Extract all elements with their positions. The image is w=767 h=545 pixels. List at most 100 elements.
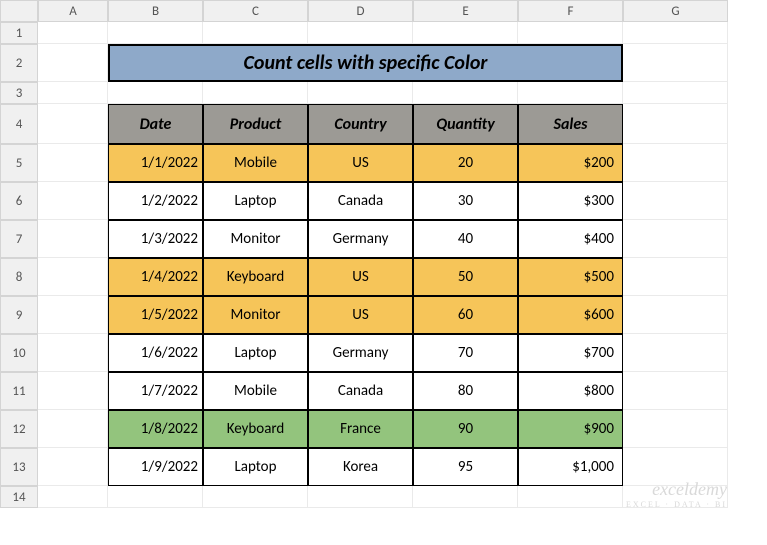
cell-date[interactable]: 1/7/2022: [108, 372, 203, 410]
col-head-c[interactable]: C: [203, 0, 308, 22]
cell[interactable]: [623, 258, 728, 296]
cell-date[interactable]: 1/3/2022: [108, 220, 203, 258]
cell[interactable]: [623, 22, 728, 44]
cell-quantity[interactable]: 20: [413, 144, 518, 182]
row-head-4[interactable]: 4: [0, 104, 38, 144]
cell[interactable]: [38, 448, 108, 486]
cell[interactable]: [518, 82, 623, 104]
header-date[interactable]: Date: [108, 104, 203, 144]
cell-date[interactable]: 1/2/2022: [108, 182, 203, 220]
cell-country[interactable]: US: [308, 258, 413, 296]
col-head-e[interactable]: E: [413, 0, 518, 22]
cell[interactable]: [623, 82, 728, 104]
cell[interactable]: [38, 296, 108, 334]
row-head-2[interactable]: 2: [0, 44, 38, 82]
cell[interactable]: [38, 486, 108, 508]
cell[interactable]: [413, 22, 518, 44]
select-all-corner[interactable]: [0, 0, 38, 22]
cell[interactable]: [623, 448, 728, 486]
header-country[interactable]: Country: [308, 104, 413, 144]
cell-quantity[interactable]: 95: [413, 448, 518, 486]
cell-country[interactable]: Canada: [308, 372, 413, 410]
cell[interactable]: [623, 372, 728, 410]
cell[interactable]: [623, 104, 728, 144]
cell-sales[interactable]: $600: [518, 296, 623, 334]
cell-date[interactable]: 1/5/2022: [108, 296, 203, 334]
cell[interactable]: [108, 82, 203, 104]
cell-sales[interactable]: $300: [518, 182, 623, 220]
row-head-7[interactable]: 7: [0, 220, 38, 258]
cell-country[interactable]: Korea: [308, 448, 413, 486]
cell-country[interactable]: Germany: [308, 334, 413, 372]
cell[interactable]: [203, 22, 308, 44]
cell[interactable]: [38, 144, 108, 182]
cell[interactable]: [38, 44, 108, 82]
cell[interactable]: [38, 220, 108, 258]
cell-product[interactable]: Laptop: [203, 334, 308, 372]
cell[interactable]: [413, 82, 518, 104]
cell[interactable]: [308, 486, 413, 508]
cell-quantity[interactable]: 50: [413, 258, 518, 296]
cell[interactable]: [623, 182, 728, 220]
cell-sales[interactable]: $900: [518, 410, 623, 448]
cell-product[interactable]: Monitor: [203, 220, 308, 258]
cell-quantity[interactable]: 90: [413, 410, 518, 448]
cell-product[interactable]: Laptop: [203, 448, 308, 486]
cell-country[interactable]: US: [308, 144, 413, 182]
cell-product[interactable]: Mobile: [203, 144, 308, 182]
cell[interactable]: [203, 82, 308, 104]
cell-date[interactable]: 1/8/2022: [108, 410, 203, 448]
cell[interactable]: [623, 144, 728, 182]
cell[interactable]: [623, 220, 728, 258]
cell-product[interactable]: Keyboard: [203, 410, 308, 448]
cell-sales[interactable]: $400: [518, 220, 623, 258]
cell-sales[interactable]: $500: [518, 258, 623, 296]
header-quantity[interactable]: Quantity: [413, 104, 518, 144]
cell[interactable]: [203, 486, 308, 508]
cell-sales[interactable]: $700: [518, 334, 623, 372]
cell[interactable]: [38, 410, 108, 448]
cell[interactable]: [623, 486, 728, 508]
cell[interactable]: [623, 334, 728, 372]
cell-country[interactable]: Germany: [308, 220, 413, 258]
cell-sales[interactable]: $1,000: [518, 448, 623, 486]
cell[interactable]: [38, 82, 108, 104]
header-product[interactable]: Product: [203, 104, 308, 144]
row-head-14[interactable]: 14: [0, 486, 38, 508]
cell[interactable]: [108, 22, 203, 44]
cell-product[interactable]: Laptop: [203, 182, 308, 220]
cell-sales[interactable]: $200: [518, 144, 623, 182]
cell-quantity[interactable]: 40: [413, 220, 518, 258]
cell-date[interactable]: 1/1/2022: [108, 144, 203, 182]
cell[interactable]: [38, 258, 108, 296]
cell-quantity[interactable]: 30: [413, 182, 518, 220]
cell[interactable]: [518, 486, 623, 508]
cell[interactable]: [38, 22, 108, 44]
cell[interactable]: [623, 296, 728, 334]
col-head-g[interactable]: G: [623, 0, 728, 22]
cell-quantity[interactable]: 70: [413, 334, 518, 372]
row-head-12[interactable]: 12: [0, 410, 38, 448]
cell-product[interactable]: Mobile: [203, 372, 308, 410]
header-sales[interactable]: Sales: [518, 104, 623, 144]
cell-quantity[interactable]: 60: [413, 296, 518, 334]
row-head-13[interactable]: 13: [0, 448, 38, 486]
cell-quantity[interactable]: 80: [413, 372, 518, 410]
row-head-5[interactable]: 5: [0, 144, 38, 182]
row-head-6[interactable]: 6: [0, 182, 38, 220]
row-head-3[interactable]: 3: [0, 82, 38, 104]
row-head-9[interactable]: 9: [0, 296, 38, 334]
row-head-11[interactable]: 11: [0, 372, 38, 410]
cell-sales[interactable]: $800: [518, 372, 623, 410]
cell[interactable]: [38, 372, 108, 410]
cell[interactable]: [623, 44, 728, 82]
cell[interactable]: [308, 22, 413, 44]
row-head-10[interactable]: 10: [0, 334, 38, 372]
row-head-8[interactable]: 8: [0, 258, 38, 296]
cell[interactable]: [38, 182, 108, 220]
cell-date[interactable]: 1/9/2022: [108, 448, 203, 486]
cell-date[interactable]: 1/6/2022: [108, 334, 203, 372]
row-head-1[interactable]: 1: [0, 22, 38, 44]
col-head-a[interactable]: A: [38, 0, 108, 22]
cell-date[interactable]: 1/4/2022: [108, 258, 203, 296]
